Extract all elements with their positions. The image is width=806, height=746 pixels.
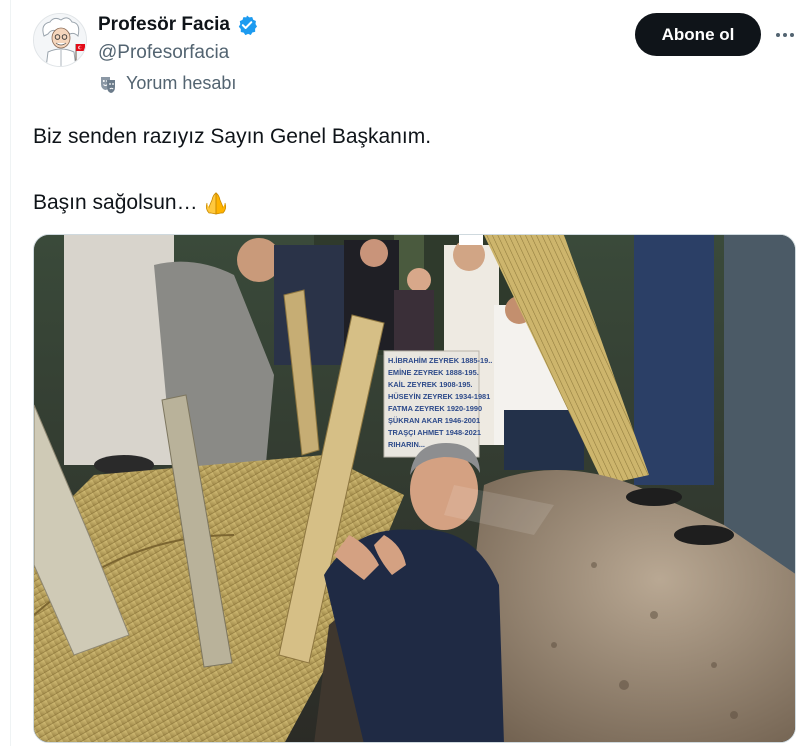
gravestone-line: FATMA ZEYREK 1920-1990	[388, 404, 482, 413]
tweet-media-photo[interactable]: H.İBRAHİM ZEYREK 1885-19.. EMİNE ZEYREK …	[33, 234, 796, 743]
tweet-text-line-1: Biz senden razıyız Sayın Genel Başkanım.	[33, 125, 432, 148]
gravestone-line: RIHARIN...	[388, 440, 425, 449]
gravestone-line: ŞÜKRAN AKAR 1946-2001	[388, 416, 480, 425]
author-name-row: Profesör Facia	[98, 14, 258, 36]
tweet-text-line-2: Başın sağolsun…	[33, 191, 198, 214]
author-handle[interactable]: @Profesorfacia	[98, 42, 229, 64]
avatar[interactable]	[33, 13, 87, 67]
gravestone-line: TRAŞÇI AHMET 1948-2021	[388, 428, 481, 437]
follow-button[interactable]: Abone ol	[635, 13, 761, 56]
gravestone-line: HÜSEYİN ZEYREK 1934-1981	[388, 392, 490, 401]
more-horizontal-icon[interactable]	[770, 22, 800, 48]
gravestone-line: H.İBRAHİM ZEYREK 1885-19..	[388, 356, 492, 365]
gravestone-line: EMİNE ZEYREK 1888-195.	[388, 368, 479, 377]
verified-badge-icon[interactable]	[236, 14, 258, 36]
account-label[interactable]: Yorum hesabı	[98, 73, 236, 94]
account-label-text: Yorum hesabı	[126, 73, 237, 93]
timeline-divider	[10, 0, 11, 746]
theater-mask-icon	[98, 74, 118, 94]
author-display-name[interactable]: Profesör Facia	[98, 14, 230, 36]
folded-hands-emoji	[202, 189, 230, 217]
tweet: Profesör Facia @Profesorfacia Yorum hesa…	[0, 0, 806, 746]
gravestone-line: KAİL ZEYREK 1908-195.	[388, 380, 472, 389]
tweet-text-line-2-row: Başın sağolsun…	[33, 189, 230, 217]
